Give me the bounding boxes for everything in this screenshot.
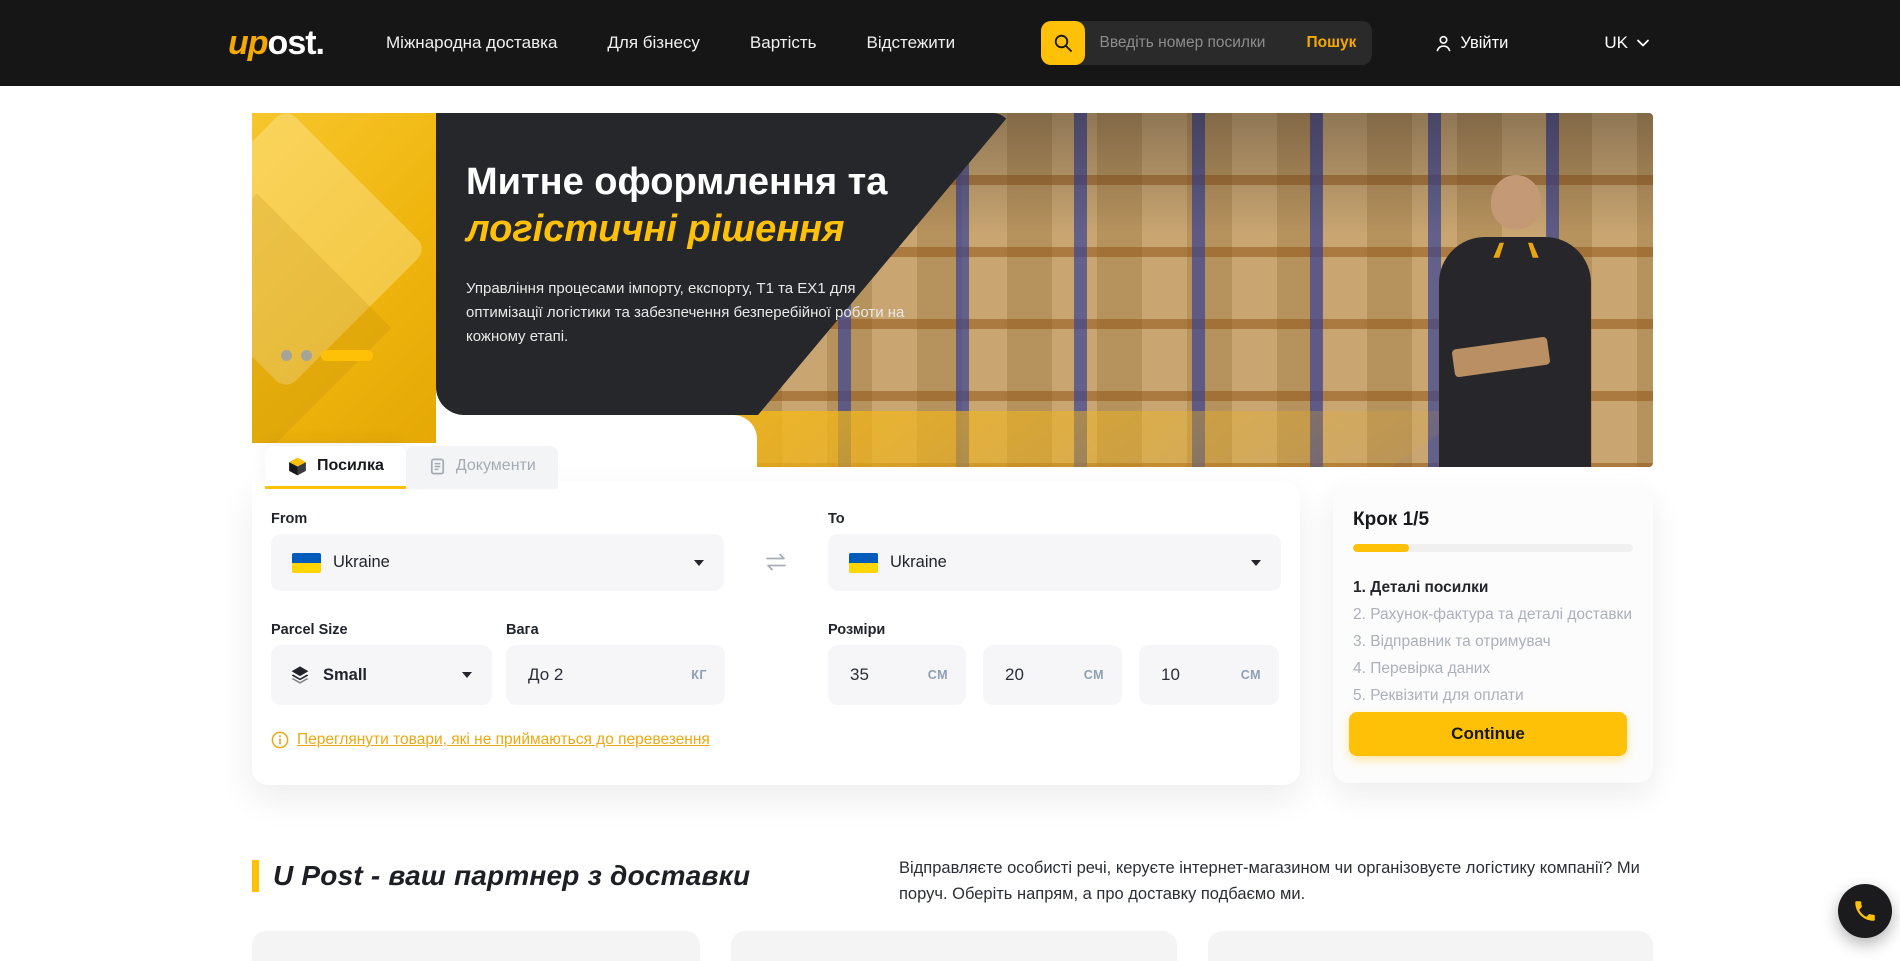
heading-accent-bar xyxy=(252,860,259,892)
search-button[interactable] xyxy=(1041,21,1085,65)
upost-logo[interactable]: upost. xyxy=(228,24,324,63)
nav-item-pricing[interactable]: Вартість xyxy=(750,33,817,53)
upost-home-page: upost. Міжнародна доставка Для бізнесу В… xyxy=(0,0,1900,939)
language-value: UK xyxy=(1604,33,1628,53)
partner-section-heading: U Post - ваш партнер з доставки xyxy=(252,860,750,892)
progress-bar xyxy=(1353,544,1633,552)
carousel-dot[interactable] xyxy=(281,350,292,361)
weight-label: Вага xyxy=(506,622,539,638)
shipment-calculator-card: From Ukraine To Ukraine Parcel Size Smal… xyxy=(252,481,1300,785)
restricted-goods-link[interactable]: Переглянути товари, які не приймаються д… xyxy=(271,731,710,749)
logo-accent: up xyxy=(228,24,268,63)
main-nav: Міжнародна доставка Для бізнесу Вартість… xyxy=(386,33,955,53)
to-label: To xyxy=(828,511,845,527)
person-icon xyxy=(1434,34,1453,53)
step-item-5: 5. Реквізити для оплати xyxy=(1353,682,1633,709)
section-description: Відправляєте особисті речі, керуєте інте… xyxy=(899,855,1655,907)
carousel-dots xyxy=(281,350,373,361)
search-submit-button[interactable]: Пошук xyxy=(1290,34,1372,52)
swap-countries-button[interactable] xyxy=(758,547,794,577)
dimension-length-field: СМ xyxy=(828,645,966,705)
login-button[interactable]: Увійти xyxy=(1434,34,1508,53)
login-label: Увійти xyxy=(1460,34,1508,53)
dimension-height-field: СМ xyxy=(1139,645,1279,705)
to-country-select[interactable]: Ukraine xyxy=(828,534,1281,591)
weight-field: кг xyxy=(506,645,725,705)
dimension-width-input[interactable] xyxy=(983,665,1084,685)
direction-card-stub[interactable] xyxy=(731,931,1177,961)
tracking-number-input[interactable] xyxy=(1085,34,1290,52)
direction-card-stub[interactable] xyxy=(1208,931,1653,961)
carousel-dot[interactable] xyxy=(301,350,312,361)
logo-rest: ost. xyxy=(268,24,324,63)
ukraine-flag-icon xyxy=(292,553,321,573)
tab-documents[interactable]: Документи xyxy=(406,446,558,489)
hero-yellow-graphic xyxy=(252,113,436,443)
dimension-width-field: СМ xyxy=(983,645,1122,705)
section-title: U Post - ваш партнер з доставки xyxy=(273,860,750,892)
tab-parcel-label: Посилка xyxy=(317,457,384,475)
from-country-select[interactable]: Ukraine xyxy=(271,534,724,591)
document-icon xyxy=(428,457,447,476)
dropdown-caret-icon xyxy=(694,560,704,566)
phone-icon xyxy=(1852,898,1878,924)
track-search-group: Пошук xyxy=(1041,21,1372,65)
dropdown-caret-icon xyxy=(1251,560,1261,566)
parcel-size-value: Small xyxy=(323,666,367,685)
weight-unit: кг xyxy=(691,668,725,682)
step-item-2: 2. Рахунок-фактура та деталі доставки xyxy=(1353,601,1633,628)
dimension-length-input[interactable] xyxy=(828,665,928,685)
step-item-3: 3. Відправник та отримувач xyxy=(1353,628,1633,655)
shipment-type-tabs: Посилка Документи xyxy=(265,446,558,489)
step-item-1: 1. Деталі посилки xyxy=(1353,574,1633,601)
info-circle-icon xyxy=(271,731,289,749)
search-icon xyxy=(1052,32,1074,54)
hero-text-panel: Митне оформлення та логістичні рішення У… xyxy=(436,113,1011,415)
contact-phone-button[interactable] xyxy=(1838,884,1892,938)
nav-item-track[interactable]: Відстежити xyxy=(867,33,956,53)
dimension-unit: СМ xyxy=(928,668,966,682)
hero-description: Управління процесами імпорту, експорту, … xyxy=(466,277,921,349)
chevron-down-icon xyxy=(1636,38,1650,48)
weight-input[interactable] xyxy=(506,665,691,685)
tab-documents-label: Документи xyxy=(456,457,536,475)
hero-title-line1: Митне оформлення та xyxy=(466,159,1011,205)
dimensions-label: Розміри xyxy=(828,622,885,638)
steps-progress-card: Крок 1/5 1. Деталі посилки 2. Рахунок-фа… xyxy=(1333,485,1653,783)
tab-parcel[interactable]: Посилка xyxy=(265,446,406,489)
dimension-unit: СМ xyxy=(1241,668,1279,682)
ukraine-flag-icon xyxy=(849,553,878,573)
layers-icon xyxy=(289,664,311,686)
courier-photo-figure xyxy=(1435,175,1595,467)
hero-title-line2: логістичні рішення xyxy=(466,205,1011,253)
from-label: From xyxy=(271,511,307,527)
step-counter: Крок 1/5 xyxy=(1353,509,1633,531)
parcel-box-icon xyxy=(287,456,308,477)
direction-card-stub[interactable] xyxy=(252,931,700,961)
language-selector[interactable]: UK xyxy=(1604,33,1650,53)
continue-button[interactable]: Continue xyxy=(1349,712,1627,756)
top-navbar: upost. Міжнародна доставка Для бізнесу В… xyxy=(0,0,1900,86)
nav-item-international[interactable]: Міжнародна доставка xyxy=(386,33,557,53)
nav-item-business[interactable]: Для бізнесу xyxy=(607,33,700,53)
step-item-4: 4. Перевірка даних xyxy=(1353,655,1633,682)
hero-banner: Митне оформлення та логістичні рішення У… xyxy=(252,113,1653,467)
carousel-dot[interactable] xyxy=(321,350,373,361)
progress-fill xyxy=(1353,544,1409,552)
restricted-goods-link-text[interactable]: Переглянути товари, які не приймаються д… xyxy=(297,731,710,749)
dimension-height-input[interactable] xyxy=(1139,665,1241,685)
parcel-size-select[interactable]: Small xyxy=(271,645,492,705)
dropdown-caret-icon xyxy=(462,672,472,678)
step-list: 1. Деталі посилки 2. Рахунок-фактура та … xyxy=(1353,574,1633,709)
parcel-size-label: Parcel Size xyxy=(271,622,348,638)
from-country-value: Ukraine xyxy=(333,553,390,572)
to-country-value: Ukraine xyxy=(890,553,947,572)
dimension-unit: СМ xyxy=(1084,668,1122,682)
